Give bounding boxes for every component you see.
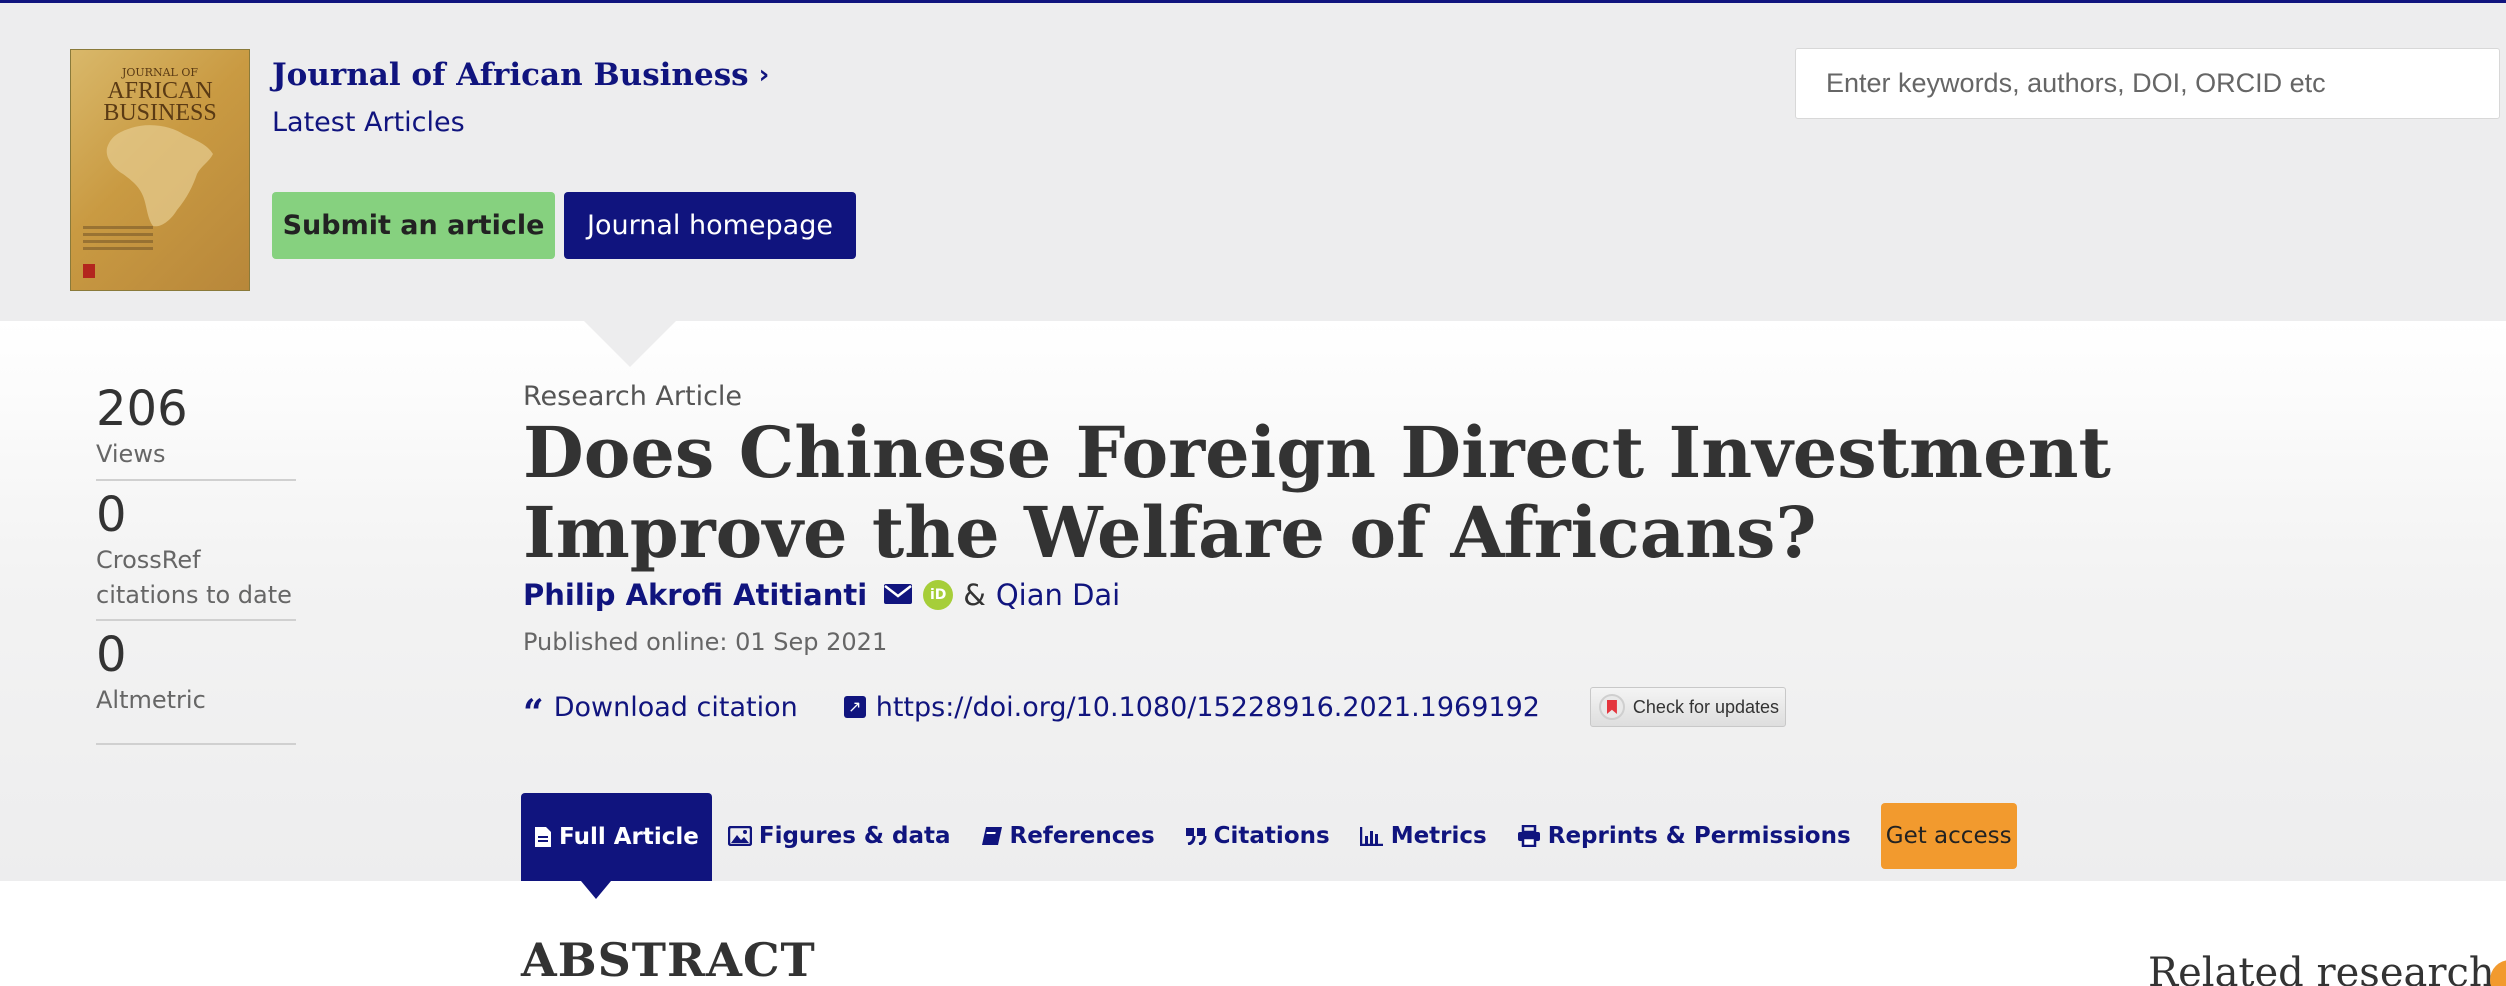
tab-label: Full Article xyxy=(559,824,699,850)
search-input[interactable] xyxy=(1795,48,2500,119)
image-icon xyxy=(727,826,752,846)
africa-map-icon xyxy=(106,125,213,227)
cover-title-main: AFRICAN BUSINESS xyxy=(103,78,217,126)
submit-article-button[interactable]: Submit an article xyxy=(272,192,555,259)
crossref-label: CrossRef citations to date xyxy=(96,546,292,609)
email-icon[interactable] xyxy=(883,578,913,612)
article-type: Research Article xyxy=(523,381,743,412)
article-title: Does Chinese Foreign Direct Investment I… xyxy=(523,411,2111,574)
article-metrics-panel: 206 Views 0 CrossRef citations to date 0… xyxy=(96,381,296,745)
author-separator: & xyxy=(963,578,986,612)
altmetric-label: Altmetric xyxy=(96,686,206,714)
views-metric: 206 Views xyxy=(96,381,296,481)
author-list: Philip Akrofi Atitianti iD & Qian Dai xyxy=(523,578,1120,612)
doi-text: https://doi.org/10.1080/15228916.2021.19… xyxy=(875,691,1540,723)
citation-row: “ Download citation ↗ https://doi.org/10… xyxy=(523,687,1786,734)
download-citation-label: Download citation xyxy=(553,691,798,723)
abstract-heading: ABSTRACT xyxy=(521,933,816,986)
published-date: Published online: 01 Sep 2021 xyxy=(523,628,888,656)
tab-citations[interactable]: Citations xyxy=(1185,793,1330,879)
journal-homepage-button[interactable]: Journal homepage xyxy=(564,192,856,259)
download-citation-link[interactable]: “ Download citation xyxy=(523,691,798,734)
tab-label: Citations xyxy=(1213,823,1330,849)
tab-figures-data[interactable]: Figures & data xyxy=(727,793,951,879)
tab-label: Figures & data xyxy=(758,823,951,849)
author-link[interactable]: Qian Dai xyxy=(996,578,1120,612)
printer-icon xyxy=(1517,825,1540,847)
crossref-metric[interactable]: 0 CrossRef citations to date xyxy=(96,481,296,621)
crossmark-icon xyxy=(1598,694,1625,720)
tab-full-article[interactable]: Full Article xyxy=(521,793,712,899)
tab-references[interactable]: References xyxy=(981,793,1155,879)
get-access-button[interactable]: Get access xyxy=(1880,803,2017,869)
related-research-heading: Related research xyxy=(2148,950,2495,986)
publisher-logo-icon xyxy=(83,264,95,278)
altmetric-metric[interactable]: 0 Altmetric xyxy=(96,621,296,745)
views-label: Views xyxy=(96,440,166,468)
bar-chart-icon xyxy=(1359,827,1383,846)
orcid-icon[interactable]: iD xyxy=(923,580,954,610)
quote-icon xyxy=(1185,828,1207,845)
journal-title-text: Journal of African Business xyxy=(272,57,749,93)
article-header-section: 206 Views 0 CrossRef citations to date 0… xyxy=(0,321,2506,899)
journal-title-link[interactable]: Journal of African Business › xyxy=(272,57,769,93)
header-pointer xyxy=(584,321,676,367)
tab-label: References xyxy=(1009,823,1155,849)
journal-header: JOURNAL OF AFRICAN BUSINESS Journal of Af… xyxy=(0,3,2506,321)
quote-icon: “ xyxy=(523,692,544,734)
external-link-icon: ↗ xyxy=(843,696,866,718)
author-link[interactable]: Philip Akrofi Atitianti xyxy=(523,578,867,612)
check-for-updates-button[interactable]: Check for updates xyxy=(1589,687,1786,727)
document-icon xyxy=(535,827,551,847)
tab-metrics[interactable]: Metrics xyxy=(1359,793,1487,879)
chevron-right-icon: › xyxy=(758,60,770,90)
views-count: 206 xyxy=(96,381,188,437)
tab-label: Metrics xyxy=(1390,823,1487,849)
altmetric-count: 0 xyxy=(96,627,127,683)
cover-text-lines xyxy=(83,226,153,254)
doi-link[interactable]: ↗ https://doi.org/10.1080/15228916.2021.… xyxy=(843,691,1540,723)
crossref-count: 0 xyxy=(96,487,127,543)
journal-cover-image[interactable]: JOURNAL OF AFRICAN BUSINESS xyxy=(70,49,250,291)
tab-label: Reprints & Permissions xyxy=(1547,823,1851,849)
book-icon xyxy=(981,827,1002,845)
tab-reprints-permissions[interactable]: Reprints & Permissions xyxy=(1517,793,1851,879)
article-tabs: Full Article Figures & data References C… xyxy=(521,791,2017,899)
check-for-updates-label: Check for updates xyxy=(1632,696,1780,717)
latest-articles-link[interactable]: Latest Articles xyxy=(272,107,465,138)
